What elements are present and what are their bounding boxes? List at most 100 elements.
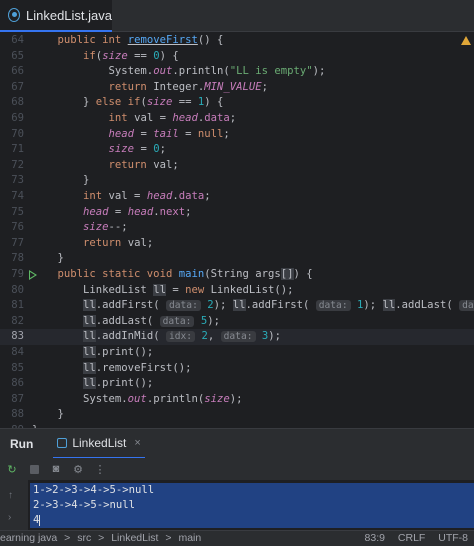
- code-line[interactable]: 82 ll.addLast( data: 5);: [0, 314, 474, 330]
- line-number[interactable]: 78: [0, 251, 24, 267]
- console-gutter: ↑ ›: [0, 480, 28, 530]
- line-number[interactable]: 74: [0, 189, 24, 205]
- tab-linkedlist-java[interactable]: LinkedList.java: [0, 0, 112, 32]
- code-text[interactable]: System.out.println("LL is empty");: [32, 64, 326, 80]
- run-config-icon: [57, 437, 68, 448]
- line-number[interactable]: 73: [0, 173, 24, 189]
- breadcrumb-sep: >: [64, 532, 71, 544]
- code-line[interactable]: 70 head = tail = null;: [0, 127, 474, 143]
- line-number[interactable]: 65: [0, 49, 24, 65]
- line-separator[interactable]: CRLF: [398, 532, 425, 544]
- code-line[interactable]: 72 return val;: [0, 158, 474, 174]
- code-text[interactable]: return val;: [32, 158, 179, 174]
- code-text[interactable]: ll.addFirst( data: 2); ll.addFirst( data…: [32, 298, 474, 314]
- code-text[interactable]: if(size == 0) {: [32, 49, 179, 65]
- code-text[interactable]: ll.addLast( data: 5);: [32, 314, 220, 330]
- code-text[interactable]: public static void main(String args[]) {: [32, 267, 313, 283]
- line-number[interactable]: 86: [0, 376, 24, 392]
- code-line[interactable]: 81 ll.addFirst( data: 2); ll.addFirst( d…: [0, 298, 474, 314]
- line-number[interactable]: 71: [0, 142, 24, 158]
- line-number[interactable]: 72: [0, 158, 24, 174]
- line-number[interactable]: 67: [0, 80, 24, 96]
- code-text[interactable]: return Integer.MIN_VALUE;: [32, 80, 268, 96]
- console-output[interactable]: ↑ › 1->2->3->4->5->null 2->3->4->5->null…: [0, 480, 474, 530]
- code-text[interactable]: ll.removeFirst();: [32, 361, 191, 377]
- line-number[interactable]: 88: [0, 407, 24, 423]
- line-number[interactable]: 81: [0, 298, 24, 314]
- code-line[interactable]: 85 ll.removeFirst();: [0, 361, 474, 377]
- tab-label: LinkedList.java: [26, 7, 112, 23]
- code-line[interactable]: 65 if(size == 0) {: [0, 49, 474, 65]
- line-number[interactable]: 64: [0, 33, 24, 49]
- code-text[interactable]: ll.addInMid( idx: 2, data: 3);: [32, 329, 281, 345]
- settings-icon[interactable]: ⚙: [70, 461, 86, 477]
- file-encoding[interactable]: UTF-8: [438, 532, 468, 544]
- code-text[interactable]: head = tail = null;: [32, 127, 230, 143]
- rerun-icon[interactable]: ↻: [4, 461, 20, 477]
- code-line[interactable]: 74 int val = head.data;: [0, 189, 474, 205]
- code-text[interactable]: public int removeFirst() {: [32, 33, 224, 49]
- code-line[interactable]: 73 }: [0, 173, 474, 189]
- code-line[interactable]: 75 head = head.next;: [0, 205, 474, 221]
- code-editor[interactable]: 64 public int removeFirst() {65 if(size …: [0, 32, 474, 428]
- line-number[interactable]: 69: [0, 111, 24, 127]
- line-number[interactable]: 68: [0, 95, 24, 111]
- stop-icon: [29, 464, 39, 474]
- more-icon[interactable]: ⋮: [92, 461, 108, 477]
- code-line[interactable]: 80 LinkedList ll = new LinkedList();: [0, 283, 474, 299]
- code-text[interactable]: }: [32, 173, 89, 189]
- code-text[interactable]: }: [32, 407, 64, 423]
- breadcrumb-method[interactable]: main: [178, 532, 201, 544]
- line-number[interactable]: 82: [0, 314, 24, 330]
- line-number[interactable]: 66: [0, 64, 24, 80]
- cursor-position[interactable]: 83:9: [365, 532, 385, 544]
- code-line[interactable]: 71 size = 0;: [0, 142, 474, 158]
- code-text[interactable]: return val;: [32, 236, 153, 252]
- chevron-right-icon[interactable]: ›: [8, 512, 11, 523]
- line-number[interactable]: 87: [0, 392, 24, 408]
- code-line[interactable]: 86 ll.print();: [0, 376, 474, 392]
- code-line[interactable]: 76 size--;: [0, 220, 474, 236]
- code-text[interactable]: } else if(size == 1) {: [32, 95, 223, 111]
- stop-button[interactable]: [26, 461, 42, 477]
- line-number[interactable]: 83: [0, 329, 24, 345]
- code-text[interactable]: ll.print();: [32, 345, 153, 361]
- editor-tab-bar: LinkedList.java: [0, 0, 474, 32]
- tab-run-linkedlist[interactable]: LinkedList ×: [53, 429, 145, 459]
- breadcrumb-src[interactable]: src: [77, 532, 91, 544]
- code-line[interactable]: 69 int val = head.data;: [0, 111, 474, 127]
- code-line[interactable]: 84 ll.print();: [0, 345, 474, 361]
- code-text[interactable]: int val = head.data;: [32, 111, 237, 127]
- code-text[interactable]: int val = head.data;: [32, 189, 211, 205]
- code-text[interactable]: size = 0;: [32, 142, 166, 158]
- code-line[interactable]: 68 } else if(size == 1) {: [0, 95, 474, 111]
- line-number[interactable]: 80: [0, 283, 24, 299]
- close-icon[interactable]: ×: [134, 437, 140, 449]
- breadcrumb-project[interactable]: earning java: [0, 532, 57, 544]
- line-number[interactable]: 70: [0, 127, 24, 143]
- line-number[interactable]: 85: [0, 361, 24, 377]
- breadcrumb-class[interactable]: LinkedList: [111, 532, 158, 544]
- line-number[interactable]: 76: [0, 220, 24, 236]
- up-arrow-icon[interactable]: ↑: [8, 490, 13, 501]
- line-number[interactable]: 77: [0, 236, 24, 252]
- code-line[interactable]: 79 public static void main(String args[]…: [0, 267, 474, 283]
- code-text[interactable]: size--;: [32, 220, 128, 236]
- code-line[interactable]: 67 return Integer.MIN_VALUE;: [0, 80, 474, 96]
- line-number[interactable]: 75: [0, 205, 24, 221]
- screenshot-icon[interactable]: ◙: [48, 461, 64, 477]
- code-line[interactable]: 83 ll.addInMid( idx: 2, data: 3);: [0, 329, 474, 345]
- code-text[interactable]: head = head.next;: [32, 205, 191, 221]
- code-text[interactable]: System.out.println(size);: [32, 392, 242, 408]
- code-line[interactable]: 87 System.out.println(size);: [0, 392, 474, 408]
- code-text[interactable]: ll.print();: [32, 376, 153, 392]
- code-line[interactable]: 77 return val;: [0, 236, 474, 252]
- code-line[interactable]: 78 }: [0, 251, 474, 267]
- line-number[interactable]: 79: [0, 267, 24, 283]
- code-line[interactable]: 64 public int removeFirst() {: [0, 33, 474, 49]
- code-text[interactable]: }: [32, 251, 64, 267]
- code-line[interactable]: 88 }: [0, 407, 474, 423]
- line-number[interactable]: 84: [0, 345, 24, 361]
- code-text[interactable]: LinkedList ll = new LinkedList();: [32, 283, 294, 299]
- code-line[interactable]: 66 System.out.println("LL is empty");: [0, 64, 474, 80]
